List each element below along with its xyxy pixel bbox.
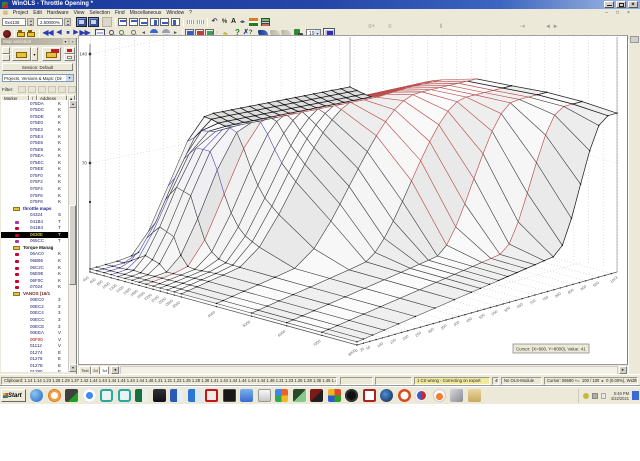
- svg-text:Cursor: (X=600, Y=8000), Value: Cursor: (X=600, Y=8000), Value: 41: [516, 347, 586, 352]
- svg-text:500: 500: [478, 313, 485, 320]
- svg-text:550: 550: [491, 309, 498, 316]
- svg-text:70: 70: [82, 161, 88, 166]
- svg-text:350: 350: [440, 324, 447, 331]
- svg-text:100: 100: [377, 342, 384, 349]
- svg-text:250: 250: [415, 331, 422, 338]
- svg-text:400: 400: [453, 320, 460, 327]
- svg-text:50: 50: [366, 345, 372, 351]
- svg-text:6000: 6000: [277, 329, 286, 337]
- svg-text:650: 650: [516, 302, 523, 309]
- svg-text:25: 25: [359, 347, 365, 353]
- svg-text:800: 800: [554, 292, 561, 299]
- svg-text:850: 850: [567, 288, 574, 295]
- svg-text:700: 700: [529, 299, 536, 306]
- svg-text:5000: 5000: [242, 320, 251, 328]
- svg-text:200: 200: [402, 334, 409, 341]
- svg-text:750: 750: [542, 295, 549, 302]
- svg-text:950: 950: [593, 281, 600, 288]
- svg-text:600: 600: [504, 306, 511, 313]
- svg-text:1023: 1023: [609, 276, 618, 284]
- svg-text:4000: 4000: [207, 310, 216, 318]
- svg-text:7000: 7000: [312, 339, 321, 347]
- svg-text:450: 450: [466, 317, 473, 324]
- svg-text:150: 150: [389, 338, 396, 345]
- svg-text:900: 900: [580, 284, 587, 291]
- svg-text:300: 300: [427, 327, 434, 334]
- svg-text:140: 140: [79, 52, 87, 57]
